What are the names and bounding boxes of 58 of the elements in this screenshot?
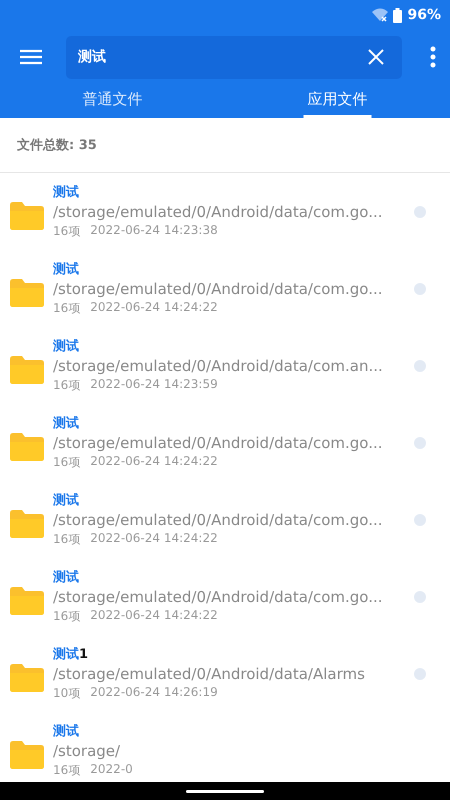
item-count: 16项 <box>53 454 80 471</box>
more-icon[interactable] <box>430 46 436 68</box>
item-count: 16项 <box>53 300 80 317</box>
tab[interactable]: 普通文件 <box>0 84 225 118</box>
file-path: /storage/ <box>53 742 120 760</box>
file-path: /storage/emulated/0/Android/data/com.go... <box>53 203 383 221</box>
folder-icon <box>10 740 44 768</box>
file-name[interactable]: 测试 <box>53 260 79 278</box>
radio-button[interactable] <box>414 668 426 680</box>
folder-icon <box>10 202 44 230</box>
file-name[interactable]: 测试 <box>53 568 79 586</box>
battery-icon <box>393 8 402 22</box>
radio-button[interactable] <box>414 282 426 294</box>
folder-icon <box>10 664 44 692</box>
item-count: 10项 <box>53 685 80 702</box>
modified-time: 2022-06-24 14:24:22 <box>90 454 218 470</box>
folder-icon <box>10 586 44 614</box>
search-field[interactable]: 测试 <box>66 36 402 78</box>
modified-time: 2022-06-24 14:23:38 <box>90 223 218 239</box>
item-count: 16项 <box>53 223 80 240</box>
modified-time: 2022-06-24 14:23:59 <box>90 377 218 393</box>
folder-icon <box>10 510 44 538</box>
radio-button[interactable] <box>414 436 426 448</box>
file-name[interactable]: 测试 <box>53 337 79 355</box>
file-name[interactable]: 测试1 <box>53 645 88 663</box>
modified-time: 2022-06-24 14:24:22 <box>90 300 218 316</box>
home-handle[interactable] <box>186 790 264 792</box>
file-name[interactable]: 测试 <box>53 414 79 432</box>
file-path: /storage/emulated/0/Android/data/com.go... <box>53 280 383 298</box>
modified-time: 2022-06-24 14:24:22 <box>90 608 218 624</box>
file-name[interactable]: 测试 <box>53 183 79 201</box>
battery-level: 96% <box>407 7 441 23</box>
file-path: /storage/emulated/0/Android/data/com.go... <box>53 588 383 606</box>
modified-time: 2022-0 <box>90 762 133 778</box>
modified-time: 2022-06-24 14:26:19 <box>90 685 218 701</box>
radio-button[interactable] <box>414 360 426 372</box>
tab[interactable]: 应用文件 <box>225 84 450 118</box>
folder-icon <box>10 356 44 384</box>
file-count: 文件总数: 35 <box>17 136 97 154</box>
file-path: /storage/emulated/0/Android/data/com.go... <box>53 511 383 529</box>
menu-icon[interactable] <box>20 49 42 65</box>
file-path: /storage/emulated/0/Android/data/com.an... <box>53 357 383 375</box>
radio-button[interactable] <box>414 590 426 602</box>
file-name[interactable]: 测试 <box>53 722 79 740</box>
item-count: 16项 <box>53 762 80 779</box>
wifi-off-icon <box>372 8 388 22</box>
item-count: 16项 <box>53 531 80 548</box>
close-icon[interactable] <box>368 49 384 65</box>
file-path: /storage/emulated/0/Android/data/com.go... <box>53 434 383 452</box>
radio-button[interactable] <box>414 206 426 218</box>
folder-icon <box>10 432 44 460</box>
item-count: 16项 <box>53 608 80 625</box>
modified-time: 2022-06-24 14:24:22 <box>90 531 218 547</box>
folder-icon <box>10 278 44 306</box>
file-path: /storage/emulated/0/Android/data/Alarms <box>53 665 365 683</box>
file-name[interactable]: 测试 <box>53 491 79 509</box>
item-count: 16项 <box>53 377 80 394</box>
radio-button[interactable] <box>414 514 426 526</box>
